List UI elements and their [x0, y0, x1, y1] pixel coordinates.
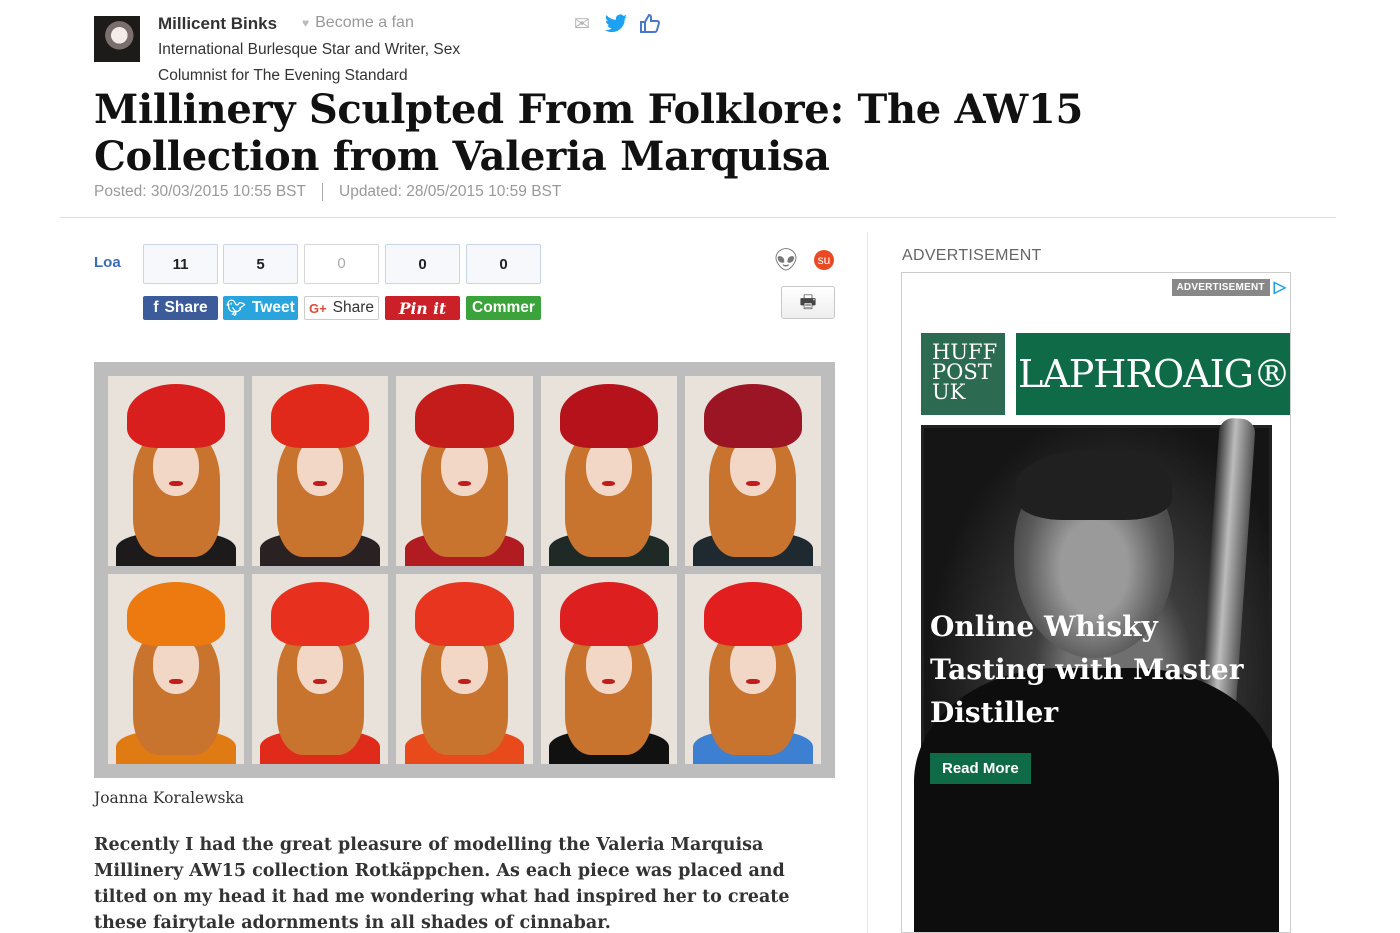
comment-count: 0: [466, 244, 541, 284]
reddit-icon[interactable]: 👽︎: [772, 247, 800, 273]
pin-it-label: Pin it: [398, 298, 447, 318]
twitter-bird-icon: 🐦︎: [226, 299, 246, 317]
tweet-label: Tweet: [251, 299, 295, 316]
article-title: Millinery Sculpted From Folklore: The AW…: [94, 86, 1083, 180]
hat-photo-tile: [684, 376, 821, 566]
advertisement-box[interactable]: ADVERTISEMENT ▷ HUFF POST UK LAPHROAIG® …: [901, 272, 1291, 933]
facebook-share-count: 11: [143, 244, 218, 284]
tile-hat: [127, 581, 226, 647]
ad-read-more-button[interactable]: Read More: [930, 753, 1031, 784]
tile-hat: [415, 581, 514, 647]
tile-lips: [457, 678, 472, 685]
facebook-share-label: Share: [164, 299, 208, 316]
tweet-button[interactable]: 🐦︎ Tweet: [223, 296, 298, 320]
hat-collage-grid: [108, 376, 821, 764]
become-fan-label: Become a fan: [315, 14, 414, 31]
tile-lips: [313, 480, 328, 487]
google-plus-share-button[interactable]: G+ Share: [304, 296, 379, 320]
tile-hat: [703, 581, 802, 647]
print-button[interactable]: 🖶: [781, 286, 835, 319]
tile-hat: [271, 383, 370, 449]
advertisement-label: ADVERTISEMENT: [902, 247, 1042, 264]
tile-hat: [127, 383, 226, 449]
comment-widget: 0 Commer: [466, 244, 541, 320]
pin-count: 0: [385, 244, 460, 284]
google-plus-share-widget: 0 G+ Share: [304, 244, 379, 320]
hat-photo-tile: [540, 376, 677, 566]
ad-choices-tag: ADVERTISEMENT: [1171, 278, 1270, 296]
image-caption: Joanna Koralewska: [94, 789, 245, 807]
header-share-icons: ✉: [570, 13, 662, 36]
ad-headline: Online Whisky Tasting with Master Distil…: [930, 610, 1244, 729]
facebook-share-button[interactable]: f Share: [143, 296, 218, 320]
laphroaig-logo: LAPHROAIG®: [1016, 333, 1290, 415]
twitter-icon[interactable]: [604, 14, 628, 36]
tile-hat: [415, 383, 514, 449]
updated-date: Updated: 28/05/2015 10:59 BST: [339, 183, 562, 200]
article-hero-image[interactable]: [94, 362, 835, 778]
facebook-share-widget: 11 f Share: [143, 244, 218, 320]
like-icon[interactable]: [638, 13, 662, 36]
become-fan-link[interactable]: ♥ Become a fan: [302, 14, 414, 32]
author-avatar[interactable]: [94, 16, 140, 62]
extra-share-icons: 👽︎ su: [772, 247, 834, 273]
tile-lips: [746, 678, 760, 685]
posted-date: Posted: 30/03/2015 10:55 BST: [94, 183, 306, 200]
tile-lips: [169, 480, 183, 487]
tile-lips: [313, 678, 328, 685]
facebook-icon: f: [153, 299, 159, 316]
ad-choices[interactable]: ADVERTISEMENT ▷: [1171, 277, 1286, 297]
tile-lips: [169, 678, 183, 685]
header-divider: [60, 217, 1336, 218]
article-intro: Recently I had the great pleasure of mod…: [94, 835, 790, 933]
ad-hair-shape: [1016, 450, 1172, 520]
hat-photo-tile: [684, 574, 821, 764]
hat-photo-tile: [108, 376, 245, 566]
stumbleupon-icon[interactable]: su: [813, 250, 834, 270]
column-divider: [867, 232, 868, 933]
ad-choices-icon: ▷: [1273, 279, 1286, 296]
twitter-share-widget: 5 🐦︎ Tweet: [223, 244, 298, 320]
tweet-count: 5: [223, 244, 298, 284]
pin-it-button[interactable]: Pin it: [385, 296, 460, 320]
date-divider: [322, 183, 323, 201]
tile-lips: [457, 480, 472, 487]
hat-photo-tile: [108, 574, 245, 764]
google-plus-label: Share: [332, 299, 375, 316]
tile-hat: [703, 383, 802, 449]
article-dates: Posted: 30/03/2015 10:55 BST Updated: 28…: [94, 183, 561, 201]
author-name[interactable]: Millicent Binks: [158, 14, 277, 34]
tile-hat: [559, 383, 658, 449]
comment-label: Commer: [472, 299, 535, 316]
comment-button[interactable]: Commer: [466, 296, 541, 320]
huffpost-logo: HUFF POST UK: [921, 333, 1005, 415]
author-bio: International Burlesque Star and Writer,…: [158, 41, 461, 84]
heart-icon: ♥: [302, 16, 310, 30]
print-icon: 🖶: [799, 292, 817, 312]
loa-label: Loa: [94, 254, 121, 271]
tile-lips: [746, 480, 760, 487]
tile-hat: [271, 581, 370, 647]
tile-hat: [559, 581, 658, 647]
hat-photo-tile: [252, 574, 389, 764]
hat-photo-tile: [396, 376, 533, 566]
hat-photo-tile: [540, 574, 677, 764]
pinterest-widget: 0 Pin it: [385, 244, 460, 320]
google-plus-count: 0: [304, 244, 379, 284]
hat-photo-tile: [396, 574, 533, 764]
google-plus-icon: G+: [308, 300, 327, 316]
mail-icon[interactable]: ✉: [570, 14, 594, 36]
hat-photo-tile: [252, 376, 389, 566]
